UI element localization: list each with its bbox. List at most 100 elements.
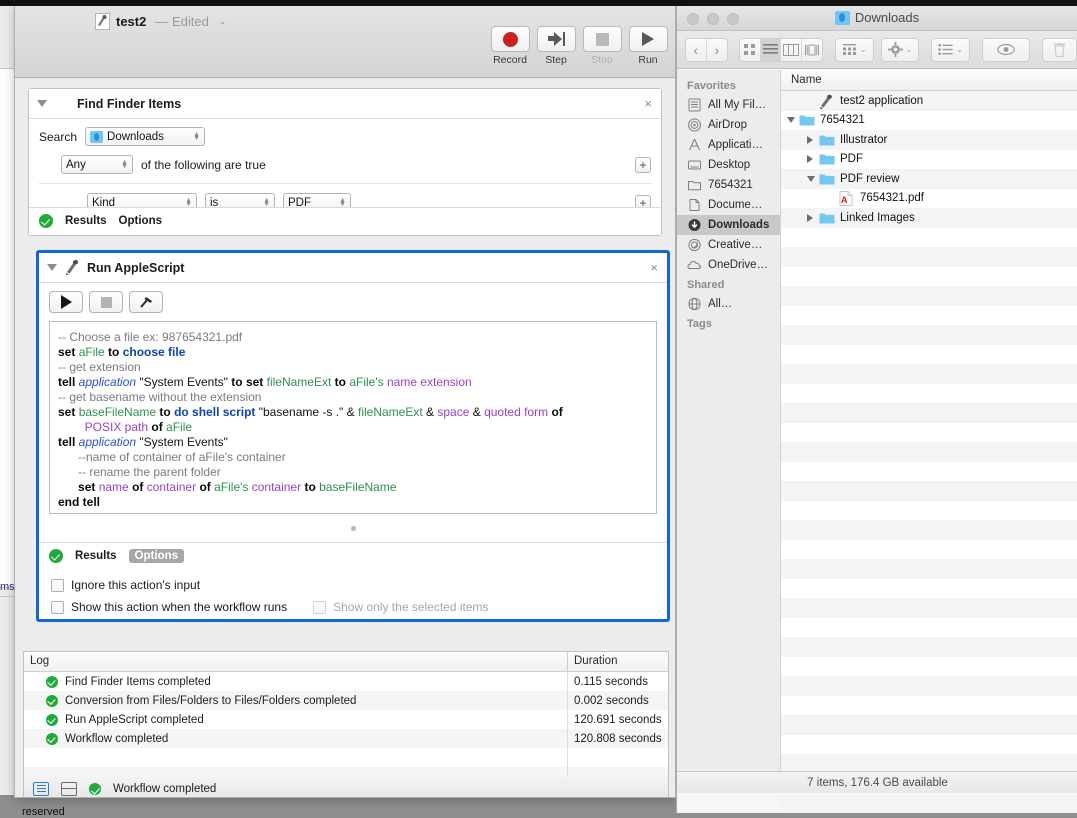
coverflow-view-button[interactable]	[802, 39, 822, 61]
stop-script-button[interactable]	[89, 291, 123, 313]
view-mode-buttons[interactable]	[738, 37, 823, 62]
run-button-face[interactable]	[628, 26, 668, 52]
run-script-button[interactable]	[49, 291, 83, 313]
automator-status-bar[interactable]: Workflow completed	[23, 777, 669, 797]
applescript-source[interactable]: -- Choose a file ex: 987654321.pdf set aF…	[58, 330, 648, 510]
icon-view-button[interactable]	[740, 38, 761, 61]
add-condition-group-button[interactable]: +	[635, 156, 651, 173]
sidebar-item-creative[interactable]: Creative…	[677, 235, 780, 255]
arrange-by-button[interactable]: ⌄	[834, 37, 874, 62]
run-button[interactable]: Run	[628, 26, 668, 66]
file-list-row[interactable]: A 7654321.pdf	[781, 189, 1077, 209]
sidebar-item-all[interactable]: All…	[677, 294, 780, 314]
finder-toolbar[interactable]: ‹ › ⌄ ⌄ ⌄	[677, 31, 1077, 69]
finder-sidebar[interactable]: Favorites All My Fil… AirDrop Applicati… Des…	[677, 70, 781, 793]
list-view-button[interactable]	[760, 38, 782, 61]
finder-file-list[interactable]: Name test2 application 7654321 Illustrator…	[781, 70, 1077, 813]
stop-square-icon	[100, 296, 112, 308]
compile-script-button[interactable]	[129, 291, 163, 313]
file-list-row[interactable]: Illustrator	[781, 130, 1077, 150]
options-tab[interactable]: Options	[119, 215, 162, 227]
popup-stepper-icon[interactable]: ▲ ▼	[331, 197, 346, 208]
sidebar-item-airdrop[interactable]: AirDrop	[677, 115, 780, 135]
stop-button[interactable]: Stop	[582, 26, 622, 66]
sidebar-item-docume[interactable]: Docume…	[677, 195, 780, 215]
log-view-icon[interactable]	[33, 781, 49, 796]
log-row[interactable]: Run AppleScript completed 120.691 seconds	[24, 710, 668, 729]
quick-look-button[interactable]	[982, 37, 1030, 62]
log-row[interactable]: Workflow completed 120.808 seconds	[24, 729, 668, 748]
log-column-duration[interactable]: Duration	[568, 652, 668, 671]
applescript-editor-toolbar[interactable]	[39, 283, 667, 321]
step-button[interactable]: Step	[536, 26, 576, 66]
disclosure-triangle-right-icon[interactable]	[807, 155, 819, 164]
ignore-input-option[interactable]: Ignore this action's input	[51, 578, 657, 592]
workflow-log-pane[interactable]: Log Duration Find Finder Items completed…	[23, 651, 669, 786]
checkbox[interactable]	[51, 578, 64, 592]
disclosure-triangle-down-icon[interactable]	[787, 117, 799, 124]
action-gear-button[interactable]: ⌄	[880, 37, 920, 62]
disclosure-triangle-icon[interactable]	[47, 264, 57, 271]
forward-button[interactable]: ›	[707, 39, 727, 61]
step-button-face[interactable]	[536, 26, 576, 52]
file-list-row[interactable]: PDF	[781, 150, 1077, 170]
sidebar-item-onedrive[interactable]: OneDrive…	[677, 255, 780, 275]
action-header[interactable]: Find Finder Items ×	[29, 89, 661, 119]
close-icon[interactable]: ×	[650, 260, 658, 275]
show-when-runs-option[interactable]: Show this action when the workflow runs …	[51, 600, 657, 614]
sidebar-item-downloads[interactable]: Downloads	[677, 215, 780, 235]
popup-stepper-icon[interactable]: ▲ ▼	[185, 131, 200, 142]
editor-resize-grip[interactable]	[39, 518, 667, 536]
results-tab[interactable]: Results	[75, 550, 117, 562]
file-list-row[interactable]: 7654321	[781, 111, 1077, 131]
record-button-face[interactable]	[490, 26, 530, 52]
automator-document-title[interactable]: test2 — Edited ⌄	[95, 13, 226, 30]
log-row[interactable]: Conversion from Files/Folders to Files/F…	[24, 691, 668, 710]
file-list-row[interactable]: Linked Images	[781, 208, 1077, 228]
sidebar-item-desktop[interactable]: Desktop	[677, 155, 780, 175]
finder-titlebar[interactable]: Downloads	[677, 6, 1077, 31]
checkbox[interactable]	[51, 600, 64, 614]
action-header[interactable]: Run AppleScript ×	[39, 253, 667, 283]
disclosure-triangle-down-icon[interactable]	[807, 175, 819, 182]
popup-stepper-icon[interactable]: ▲ ▼	[255, 197, 270, 208]
log-row[interactable]: Find Finder Items completed 0.115 seconds	[24, 672, 668, 691]
file-list-row[interactable]: PDF review	[781, 169, 1077, 189]
popup-stepper-icon[interactable]: ▲ ▼	[113, 159, 128, 170]
applescript-code-editor[interactable]: -- Choose a file ex: 987654321.pdf set aF…	[49, 321, 657, 514]
chevron-down-icon[interactable]: ⌄	[219, 16, 227, 27]
action-run-applescript[interactable]: Run AppleScript × -- Choose a file ex: 9…	[36, 250, 670, 622]
automator-toolbar[interactable]: Record Step Stop Run	[490, 26, 668, 66]
sidebar-item-all-my-fil[interactable]: All My Fil…	[677, 95, 780, 115]
results-tab[interactable]: Results	[65, 215, 107, 227]
column-view-button[interactable]	[781, 38, 802, 61]
options-tab[interactable]: Options	[128, 549, 184, 563]
stop-button-face[interactable]	[582, 26, 622, 52]
sidebar-item-7654321[interactable]: 7654321	[677, 175, 780, 195]
automator-window[interactable]: test2 — Edited ⌄ Record Step Stop Run Fi…	[14, 6, 676, 798]
log-entry-duration: 120.691 seconds	[574, 713, 662, 726]
delete-button[interactable]	[1042, 37, 1077, 62]
split-pane-icon[interactable]	[61, 781, 77, 796]
match-type-popup[interactable]: Any ▲ ▼	[61, 155, 133, 174]
workflow-canvas[interactable]: Find Finder Items × Search Downloads ▲▼	[15, 78, 675, 646]
share-button[interactable]: ⌄	[931, 37, 970, 62]
disclosure-triangle-right-icon[interactable]	[807, 135, 819, 144]
file-list-header-name[interactable]: Name	[781, 70, 1077, 91]
sidebar-item-applicati[interactable]: Applicati…	[677, 135, 780, 155]
popup-stepper-icon[interactable]: ▲ ▼	[177, 197, 192, 208]
log-column-name[interactable]: Log	[24, 652, 568, 671]
automator-titlebar[interactable]: test2 — Edited ⌄ Record Step Stop Run	[15, 6, 675, 78]
disclosure-triangle-right-icon[interactable]	[807, 213, 819, 222]
file-list-row[interactable]: test2 application	[781, 91, 1077, 111]
close-icon[interactable]: ×	[644, 96, 652, 111]
record-button[interactable]: Record	[490, 26, 530, 66]
navigation-buttons[interactable]: ‹ ›	[685, 37, 728, 62]
search-location-popup[interactable]: Downloads ▲ ▼	[85, 127, 206, 146]
disclosure-triangle-icon[interactable]	[37, 100, 47, 107]
log-status-check-icon	[46, 675, 58, 688]
code-line: POSIX path of aFile	[84, 420, 193, 434]
action-find-finder-items[interactable]: Find Finder Items × Search Downloads ▲▼	[28, 88, 662, 236]
back-button[interactable]: ‹	[686, 38, 707, 61]
finder-window[interactable]: Downloads ‹ › ⌄ ⌄ ⌄ Favorites All My Fil…	[676, 6, 1077, 813]
